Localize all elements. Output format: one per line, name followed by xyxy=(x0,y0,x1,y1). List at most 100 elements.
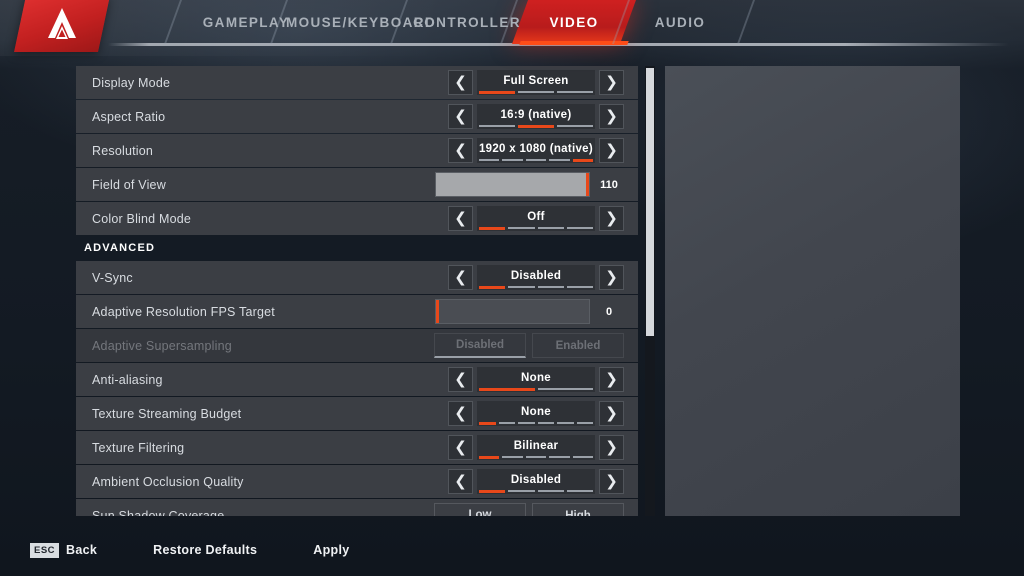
slider-value: 110 xyxy=(594,172,624,197)
stepper-segment xyxy=(518,125,554,128)
stepper-value-box[interactable]: 16:9 (native) xyxy=(477,104,595,129)
toggle-option-disabled: Disabled xyxy=(434,333,526,358)
stepper-segments xyxy=(479,159,594,162)
stepper-value-box[interactable]: None xyxy=(477,367,595,392)
nav-divider xyxy=(163,0,183,44)
stepper-segment xyxy=(502,159,523,161)
chevron-left-icon[interactable]: ❮ xyxy=(448,401,473,426)
stepper-segments xyxy=(479,422,593,425)
slider-knob[interactable] xyxy=(436,300,439,323)
chevron-right-icon[interactable]: ❯ xyxy=(599,435,624,460)
stepper-control: ❮ Off ❯ xyxy=(448,206,624,231)
stepper-segments xyxy=(479,456,594,459)
settings-rows: Display Mode ❮ Full Screen ❯ Aspect Ratio ❮ 16… xyxy=(76,66,638,516)
toggle-option-low[interactable]: Low xyxy=(434,503,526,516)
setting-row-color-blind-mode: Color Blind Mode ❮ Off ❯ xyxy=(76,202,638,235)
chevron-right-icon[interactable]: ❯ xyxy=(599,70,624,95)
stepper-segment xyxy=(572,159,594,162)
stepper-segment xyxy=(576,422,593,424)
slider-track[interactable] xyxy=(435,299,590,324)
setting-row-texture-streaming-budget: Texture Streaming Budget ❮ None ❯ xyxy=(76,397,638,430)
stepper-value: Full Screen xyxy=(503,75,569,87)
stepper-value: None xyxy=(521,406,551,418)
preview-panel xyxy=(665,66,960,516)
stepper-segment xyxy=(518,91,554,93)
footer-action-label: Apply xyxy=(313,543,350,557)
chevron-left-icon[interactable]: ❮ xyxy=(448,469,473,494)
stepper-segments xyxy=(479,388,593,391)
stepper-value-box[interactable]: Disabled xyxy=(477,265,595,290)
stepper-segments xyxy=(479,91,593,94)
chevron-left-icon[interactable]: ❮ xyxy=(448,104,473,129)
stepper-control: ❮ Disabled ❯ xyxy=(448,265,624,290)
chevron-right-icon[interactable]: ❯ xyxy=(599,401,624,426)
chevron-right-icon[interactable]: ❯ xyxy=(599,206,624,231)
slider-value: 0 xyxy=(594,299,624,324)
tab-audio[interactable]: AUDIO xyxy=(630,0,730,44)
stepper-value: Bilinear xyxy=(513,440,559,452)
footer-apply-button[interactable]: Apply xyxy=(313,543,349,557)
chevron-left-icon[interactable]: ❮ xyxy=(448,435,473,460)
slider-knob[interactable] xyxy=(586,173,589,196)
stepper-segment xyxy=(525,159,547,161)
footer-actions: ESC Back Restore Defaults Apply xyxy=(0,524,1024,576)
setting-label: Adaptive Supersampling xyxy=(92,338,232,353)
tab-label: VIDEO xyxy=(549,14,599,30)
setting-row-sun-shadow-coverage: Sun Shadow Coverage Low High xyxy=(76,499,638,516)
chevron-right-icon[interactable]: ❯ xyxy=(599,104,624,129)
toggle-option-high[interactable]: High xyxy=(532,503,624,516)
stepper-segments xyxy=(479,490,593,493)
chevron-left-icon[interactable]: ❮ xyxy=(448,70,473,95)
stepper-value-box[interactable]: Full Screen xyxy=(477,70,595,95)
stepper-segment xyxy=(537,227,564,229)
stepper-value-box[interactable]: Off xyxy=(477,206,595,231)
chevron-right-icon[interactable]: ❯ xyxy=(599,469,624,494)
stepper-value: 1920 x 1080 (native) xyxy=(478,143,594,155)
stepper-segment xyxy=(479,456,500,459)
chevron-left-icon[interactable]: ❮ xyxy=(448,367,473,392)
stepper-segment xyxy=(525,456,547,458)
settings-scrollbar[interactable] xyxy=(645,66,655,516)
chevron-right-icon[interactable]: ❯ xyxy=(599,138,624,163)
nav-divider xyxy=(736,0,756,44)
stepper-segment xyxy=(537,490,564,492)
stepper-control: ❮ Bilinear ❯ xyxy=(448,435,624,460)
stepper-value-box[interactable]: Bilinear xyxy=(477,435,595,460)
stepper-value: Disabled xyxy=(510,270,562,282)
stepper-segment xyxy=(508,227,535,229)
stepper-segment xyxy=(566,286,593,288)
setting-label: Field of View xyxy=(92,177,166,192)
setting-row-anti-aliasing: Anti-aliasing ❮ None ❯ xyxy=(76,363,638,396)
tab-controller[interactable]: CONTROLLER xyxy=(408,0,526,44)
chevron-left-icon[interactable]: ❮ xyxy=(448,206,473,231)
stepper-segment xyxy=(537,286,564,288)
stepper-segments xyxy=(479,125,593,128)
chevron-right-icon[interactable]: ❯ xyxy=(599,367,624,392)
setting-label: V-Sync xyxy=(92,270,133,285)
stepper-control: ❮ 16:9 (native) ❯ xyxy=(448,104,624,129)
stepper-value-box[interactable]: 1920 x 1080 (native) xyxy=(477,138,595,163)
chevron-right-icon[interactable]: ❯ xyxy=(599,265,624,290)
stepper-segments xyxy=(479,286,593,289)
tab-video[interactable]: VIDEO xyxy=(511,0,637,44)
footer-back-button[interactable]: ESC Back xyxy=(30,542,97,558)
setting-label: Texture Filtering xyxy=(92,440,185,455)
chevron-left-icon[interactable]: ❮ xyxy=(448,265,473,290)
slider-control: 0 xyxy=(435,299,624,324)
section-header-advanced: ADVANCED xyxy=(84,241,156,254)
scrollbar-thumb[interactable] xyxy=(646,68,654,336)
chevron-left-icon[interactable]: ❮ xyxy=(448,138,473,163)
setting-label: Display Mode xyxy=(92,75,171,90)
stepper-value: Off xyxy=(527,211,545,223)
stepper-segment xyxy=(479,490,506,493)
stepper-segment xyxy=(502,456,523,458)
stepper-segment xyxy=(566,490,593,492)
slider-track[interactable] xyxy=(435,172,590,197)
stepper-value-box[interactable]: Disabled xyxy=(477,469,595,494)
stepper-segment xyxy=(549,159,570,161)
footer-restore-defaults-button[interactable]: Restore Defaults xyxy=(153,543,257,557)
stepper-value-box[interactable]: None xyxy=(477,401,595,426)
stepper-segment xyxy=(479,227,506,230)
stepper-segment xyxy=(557,125,593,127)
toggle-group: Disabled Enabled xyxy=(434,333,624,358)
